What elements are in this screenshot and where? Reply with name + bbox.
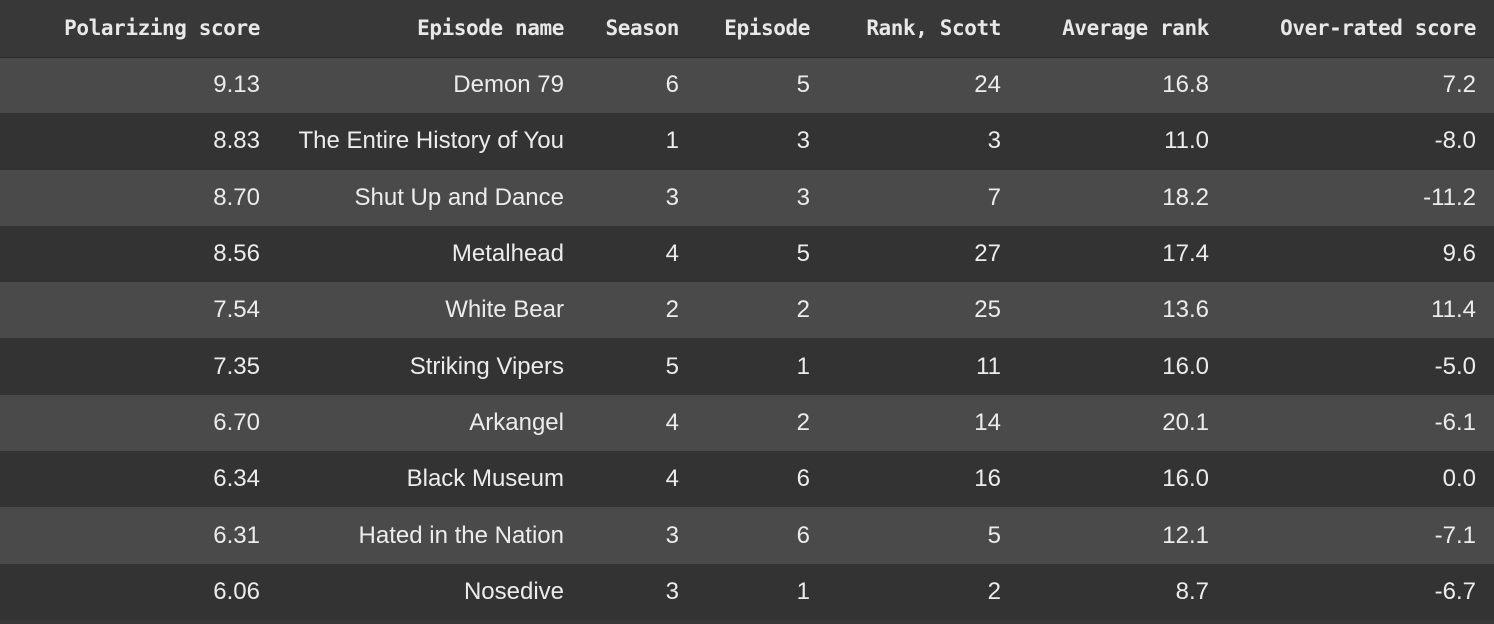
episode-cell: 6 [796, 521, 810, 549]
rank-scott-cell: 5 [987, 521, 1001, 549]
season-cell: 5 [665, 352, 679, 380]
season-cell: 4 [665, 465, 679, 493]
rank-scott-cell: 24 [974, 71, 1001, 99]
episode-cell: 6 [796, 465, 810, 493]
average-rank-cell: 11.0 [1164, 127, 1209, 155]
column-header-polarizing-score: Polarizing score [0, 0, 260, 58]
over-rated-score-cell: -11.2 [1423, 183, 1476, 211]
table-row: 7.35 Striking Vipers 5 1 11 16.0 -5.0 [0, 338, 1494, 395]
average-rank-cell: 16.0 [1162, 352, 1209, 380]
average-rank-cell: 13.6 [1162, 296, 1209, 324]
polarizing-score-cell: 8.70 [213, 183, 260, 211]
episode-name-cell: Striking Vipers [409, 352, 564, 380]
dataframe-table: Polarizing score Episode name Season Epi… [0, 0, 1494, 620]
table-row: 6.34 Black Museum 4 6 16 16.0 0.0 [0, 451, 1494, 508]
table-row: 7.54 White Bear 2 2 25 13.6 11.4 [0, 282, 1494, 339]
episode-name-cell: Demon 79 [453, 71, 564, 99]
over-rated-score-cell: 0.0 [1442, 465, 1476, 493]
over-rated-score-cell: -7.1 [1434, 521, 1476, 549]
season-cell: 3 [665, 183, 679, 211]
season-cell: 4 [665, 240, 679, 268]
table-row: 6.31 Hated in the Nation 3 6 5 12.1 -7.1 [0, 507, 1494, 564]
season-cell: 2 [665, 296, 679, 324]
rank-scott-cell: 3 [987, 127, 1001, 155]
average-rank-cell: 17.4 [1162, 240, 1209, 268]
rank-scott-cell: 16 [974, 465, 1001, 493]
polarizing-score-cell: 7.54 [213, 296, 260, 324]
table-body: 9.13 Demon 79 6 5 24 16.8 7.2 8.83 The Entire Hi… [0, 57, 1494, 620]
table-row: 6.06 Nosedive 3 1 2 8.7 -6.7 [0, 563, 1494, 620]
episode-cell: 3 [796, 127, 810, 155]
rank-scott-cell: 14 [974, 408, 1001, 436]
polarizing-score-cell: 8.83 [213, 127, 260, 155]
episode-name-cell: Metalhead [451, 240, 564, 268]
polarizing-score-cell: 8.56 [213, 240, 260, 268]
polarizing-score-cell: 7.35 [213, 352, 260, 380]
season-cell: 3 [665, 521, 679, 549]
average-rank-cell: 18.2 [1162, 183, 1209, 211]
episode-cell: 1 [796, 352, 810, 380]
season-cell: 6 [665, 71, 679, 99]
over-rated-score-cell: -6.7 [1434, 577, 1476, 605]
episode-cell: 2 [796, 296, 810, 324]
over-rated-score-cell: 11.4 [1431, 296, 1476, 324]
episode-cell: 5 [796, 71, 810, 99]
over-rated-score-cell: -6.1 [1434, 408, 1476, 436]
header-row: Polarizing score Episode name Season Epi… [0, 0, 1494, 58]
average-rank-cell: 8.7 [1175, 577, 1209, 605]
rank-scott-cell: 11 [976, 352, 1001, 380]
column-header-over-rated-score: Over-rated score [1227, 0, 1494, 58]
average-rank-cell: 12.1 [1162, 521, 1209, 549]
average-rank-cell: 16.0 [1162, 465, 1209, 493]
table-row: 8.56 Metalhead 4 5 27 17.4 9.6 [0, 225, 1494, 283]
episode-name-cell: White Bear [445, 296, 564, 324]
rank-scott-cell: 2 [987, 577, 1001, 605]
over-rated-score-cell: 9.6 [1442, 240, 1476, 268]
average-rank-cell: 16.8 [1162, 71, 1209, 99]
rank-scott-cell: 25 [974, 296, 1001, 324]
column-header-average-rank: Average rank [1019, 0, 1227, 58]
episode-cell: 1 [796, 577, 810, 605]
column-header-episode-name: Episode name [260, 0, 582, 58]
season-cell: 1 [665, 127, 679, 155]
episode-name-cell: Hated in the Nation [358, 521, 564, 549]
episode-cell: 5 [796, 240, 810, 268]
average-rank-cell: 20.1 [1162, 408, 1209, 436]
polarizing-score-cell: 6.70 [213, 408, 260, 436]
season-cell: 4 [665, 408, 679, 436]
season-cell: 3 [665, 577, 679, 605]
episode-cell: 2 [796, 408, 810, 436]
rank-scott-cell: 7 [987, 183, 1001, 211]
polarizing-score-cell: 9.13 [213, 71, 260, 99]
episode-cell: 3 [796, 183, 810, 211]
polarizing-score-cell: 6.34 [213, 465, 260, 493]
table-header: Polarizing score Episode name Season Epi… [0, 0, 1494, 58]
episode-name-cell: The Entire History of You [298, 127, 564, 155]
column-header-rank-scott: Rank, Scott [828, 0, 1019, 58]
column-header-episode: Episode [697, 0, 828, 58]
episode-name-cell: Shut Up and Dance [354, 183, 564, 211]
over-rated-score-cell: -8.0 [1434, 127, 1476, 155]
over-rated-score-cell: -5.0 [1434, 352, 1476, 380]
table-row: 8.70 Shut Up and Dance 3 3 7 18.2 -11.2 [0, 169, 1494, 226]
column-header-season: Season [582, 0, 697, 58]
over-rated-score-cell: 7.2 [1442, 71, 1476, 99]
polarizing-score-cell: 6.06 [213, 577, 260, 605]
rank-scott-cell: 27 [974, 240, 1001, 268]
episode-name-cell: Arkangel [469, 408, 564, 436]
episode-name-cell: Black Museum [406, 465, 564, 493]
table-row: 9.13 Demon 79 6 5 24 16.8 7.2 [0, 57, 1494, 114]
table-row: 6.70 Arkangel 4 2 14 20.1 -6.1 [0, 394, 1494, 452]
table-row: 8.83 The Entire History of You 1 3 3 11.0 -8.0 [0, 113, 1494, 170]
episode-name-cell: Nosedive [463, 577, 564, 605]
polarizing-score-cell: 6.31 [213, 521, 260, 549]
